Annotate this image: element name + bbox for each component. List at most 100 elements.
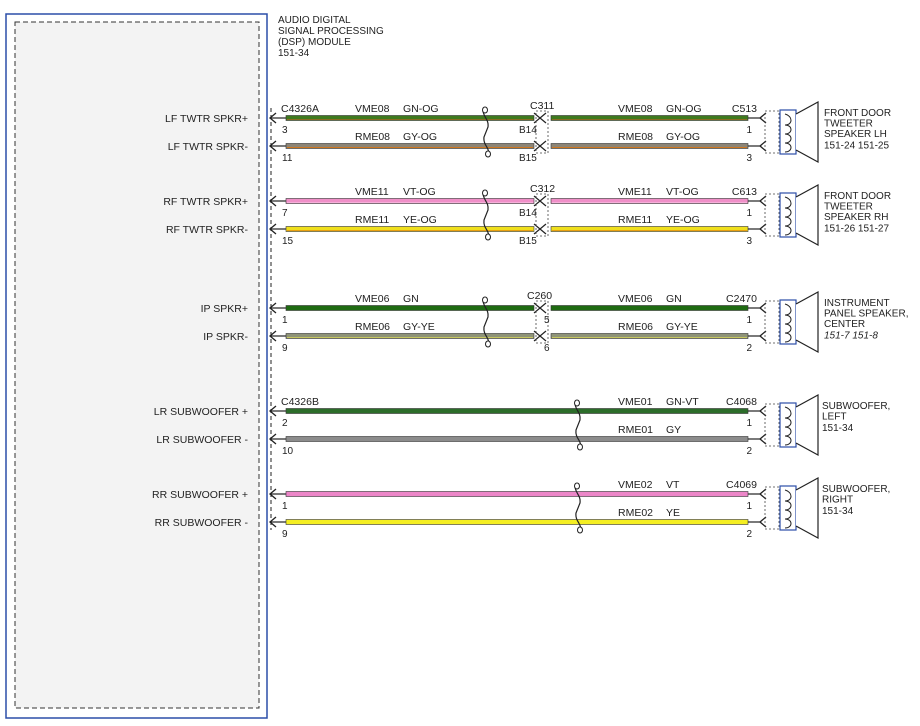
speaker-pin-number: 1 xyxy=(746,208,752,219)
speaker-connector-body xyxy=(764,300,780,344)
wire-color-code: VT-OG xyxy=(403,186,436,198)
inline-connector-body xyxy=(535,110,549,154)
circuit-number: RME08 xyxy=(618,131,653,143)
circuit-number: VME11 xyxy=(355,186,389,198)
speaker-name-line: SUBWOOFER, xyxy=(822,401,890,412)
speaker-icon xyxy=(779,100,819,164)
speaker-pin-number: 2 xyxy=(746,446,752,457)
twist-loop xyxy=(574,399,580,407)
speaker-cone xyxy=(795,393,819,457)
pin-label: RR SUBWOOFER - xyxy=(155,517,249,529)
circuit-number: VME08 xyxy=(618,103,653,115)
inline-connector-arrow xyxy=(539,140,547,152)
speaker-name-line: PANEL SPEAKER, xyxy=(824,309,908,320)
inline-connector-arrow xyxy=(539,302,547,314)
speaker-name-line: SPEAKER LH xyxy=(824,129,887,140)
wire-color-code: GN xyxy=(666,293,682,305)
module-connector-id: C4326A xyxy=(281,103,319,115)
inline-pin-number: 5 xyxy=(544,315,550,326)
speaker-icon xyxy=(779,393,819,457)
speaker-pin-number: 1 xyxy=(746,315,752,326)
circuit-number: VME01 xyxy=(618,396,653,408)
wire-color-code: GY-OG xyxy=(666,131,700,143)
module-pin-number: 9 xyxy=(282,529,288,540)
speaker-pin-number: 1 xyxy=(746,125,752,136)
speaker-connector-id: C4069 xyxy=(726,479,757,491)
module-connector-id: C4326B xyxy=(281,396,319,408)
pin-label: LF TWTR SPKR- xyxy=(168,141,249,153)
circuit-number: VME06 xyxy=(355,293,390,305)
pin-label: LR SUBWOOFER + xyxy=(154,406,248,418)
module-title: AUDIO DIGITAL SIGNAL PROCESSING (DSP) MO… xyxy=(278,15,384,59)
speaker-pin-number: 3 xyxy=(746,236,752,247)
pin-label: RR SUBWOOFER + xyxy=(152,489,248,501)
speaker-connector-id: C4068 xyxy=(726,396,757,408)
speaker-icon xyxy=(779,290,819,354)
twisted-pair-symbol xyxy=(482,296,491,348)
module-pin-number: 7 xyxy=(282,208,288,219)
module-pin-number: 15 xyxy=(282,236,294,247)
wire-color-code: VT xyxy=(666,479,680,491)
wire-segment xyxy=(285,408,749,414)
circuit-number: VME02 xyxy=(618,479,653,491)
wire-color-code: GN-OG xyxy=(666,103,702,115)
module-pin-number: 1 xyxy=(282,315,288,326)
wire-color-code: VT-OG xyxy=(666,186,699,198)
circuit-group: RR SUBWOOFER + VME02 VT 1 1 RR SUBWOOFER - RME… xyxy=(152,476,890,540)
speaker-pin-number: 2 xyxy=(746,343,752,354)
wire-color-code: YE-OG xyxy=(666,214,700,226)
speaker-icon xyxy=(779,183,819,247)
wire-color-code: YE-OG xyxy=(403,214,437,226)
module-title-line-1: AUDIO DIGITAL xyxy=(278,15,351,26)
twist-loop xyxy=(485,233,491,241)
speaker-magnet xyxy=(779,192,797,238)
wire-color-code: GN xyxy=(403,293,419,305)
twisted-pair-symbol xyxy=(482,106,491,158)
module-title-line-3: (DSP) MODULE xyxy=(278,37,351,48)
speaker-name-line: LEFT xyxy=(822,412,846,423)
twist-loop xyxy=(574,482,580,490)
speaker-ref: 151-34 xyxy=(822,506,854,517)
circuit-number: RME02 xyxy=(618,507,653,519)
inline-pin-number: B14 xyxy=(519,125,537,136)
wire-color-code: GY xyxy=(666,424,681,436)
module-title-ref: 151-34 xyxy=(278,48,310,59)
circuit-group: LR SUBWOOFER + VME01 GN-VT 2 1 LR SUBWOOFER -… xyxy=(154,393,890,457)
speaker-magnet xyxy=(779,485,797,531)
module-pin-number: 3 xyxy=(282,125,288,136)
speaker-name-line: RIGHT xyxy=(822,495,853,506)
speaker-cone xyxy=(795,100,819,164)
inline-pin-number: B15 xyxy=(519,153,537,164)
wire-color-code: GY-OG xyxy=(403,131,437,143)
twisted-pair-symbol xyxy=(574,399,583,451)
speaker-name-line: CENTER xyxy=(824,319,865,330)
wiring-diagram: AUDIO DIGITAL SIGNAL PROCESSING (DSP) MO… xyxy=(5,13,908,719)
wire-color-code: GY-YE xyxy=(666,321,698,333)
speaker-connector-body xyxy=(764,193,780,237)
twist-loop xyxy=(482,106,488,114)
speaker-name-line: SUBWOOFER, xyxy=(822,484,890,495)
speaker-cone xyxy=(795,476,819,540)
circuit-number: VME06 xyxy=(618,293,653,305)
module-pin-number: 2 xyxy=(282,418,288,429)
circuit-number: RME06 xyxy=(618,321,653,333)
speaker-name-line: SPEAKER RH xyxy=(824,212,888,223)
circuit-number: RME11 xyxy=(355,214,389,226)
module-pin-number: 1 xyxy=(282,501,288,512)
inline-connector-id: C312 xyxy=(530,183,555,195)
circuit-number: RME01 xyxy=(618,424,653,436)
pin-label: RF TWTR SPKR+ xyxy=(163,196,248,208)
inline-connector-arrow xyxy=(539,195,547,207)
speaker-connector-id: C613 xyxy=(732,186,757,198)
twisted-pair-symbol xyxy=(482,189,491,241)
wire-segment xyxy=(285,436,749,442)
inline-connector-arrow xyxy=(539,330,547,342)
pin-label: LF TWTR SPKR+ xyxy=(165,113,248,125)
inline-connector-id: C311 xyxy=(530,100,554,112)
speaker-name-line: FRONT DOOR xyxy=(824,191,891,202)
pin-label: RF TWTR SPKR- xyxy=(166,224,249,236)
speaker-connector-id: C513 xyxy=(732,103,757,115)
speaker-icon xyxy=(779,476,819,540)
pin-label: IP SPKR+ xyxy=(201,303,248,315)
pin-label: LR SUBWOOFER - xyxy=(156,434,248,446)
